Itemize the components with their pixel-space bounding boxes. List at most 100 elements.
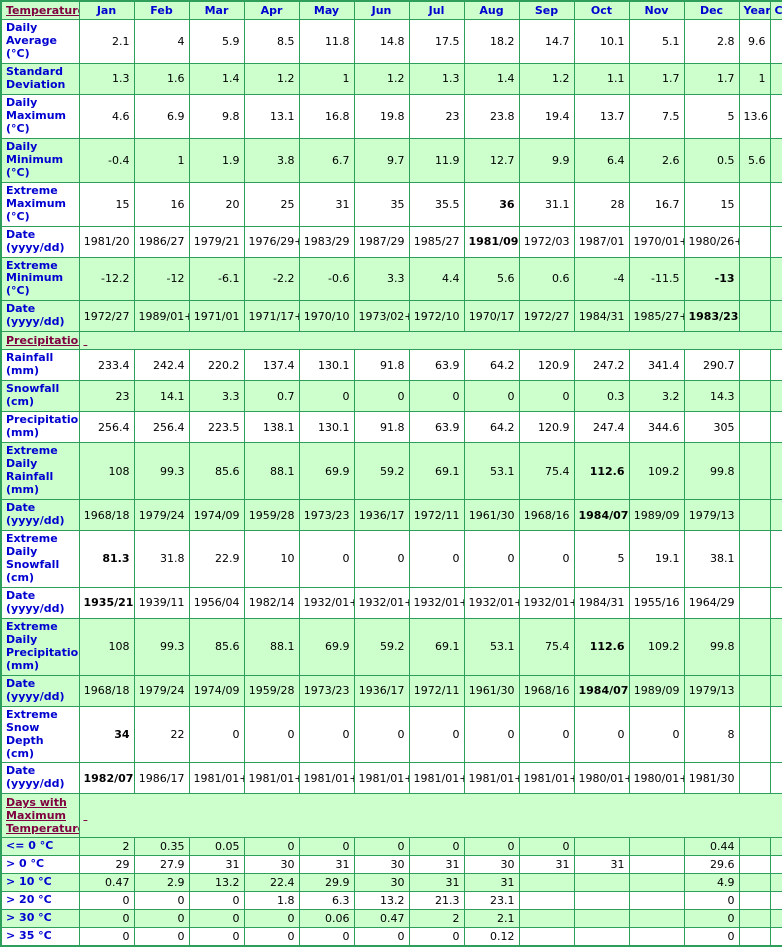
cell-35-c-nov [628,927,685,947]
cell-extreme-daily-precipitation-mm-oct: 112.6 [573,617,630,676]
cell-daily-average-c-mar: 5.9 [188,19,245,64]
table-row: Date (yyyy/dd) 1935/21 1939/11 1956/04 1982/… [0,586,782,619]
cell-date-yyyy-dd-feb: 1989/01+ [133,300,190,333]
cell-date-yyyy-dd-code [769,762,782,795]
cell-extreme-maximum-c-jun: 35 [353,181,410,227]
cell-extreme-maximum-c-oct: 28 [573,181,630,227]
row-label-date-yyyy-dd: Date (yyyy/dd) [0,300,80,333]
cell-rainfall-mm-jun: 91.8 [353,349,410,382]
table-row: Extreme Minimum (°C) -12.2 -12 -6.1 -2.2 -0.6… [0,256,782,302]
cell-date-yyyy-dd-aug: 1970/17 [463,300,520,333]
cell-standard-deviation-aug: 1.4 [463,62,520,95]
cell-extreme-maximum-c-year [738,181,771,227]
cell-30-c-jan: 0 [78,909,135,929]
row-label-daily-average-c: Daily Average (°C) [0,19,80,64]
cell-daily-minimum-c-dec: 0.5 [683,137,740,183]
cell-date-yyyy-dd-code [769,674,782,707]
cell-extreme-daily-rainfall-mm-code [769,442,782,501]
cell-0-c-feb: 27.9 [133,855,190,875]
cell-0-c-aug: 30 [463,855,520,875]
cell-extreme-minimum-c-mar: -6.1 [188,256,245,302]
cell-extreme-snow-depth-cm-feb: 22 [133,705,190,764]
cell-daily-minimum-c-oct: 6.4 [573,137,630,183]
table-row: Date (yyyy/dd) 1968/18 1979/24 1974/09 1959/… [0,499,782,531]
cell-daily-average-c-year: 9.6 [738,19,771,64]
cell-extreme-daily-snowfall-cm-jan: 81.3 [78,529,135,588]
cell-daily-maximum-c-jun: 19.8 [353,93,410,139]
cell-0-c-feb: 0.35 [133,837,190,857]
cell-daily-average-c-may: 11.8 [298,19,355,64]
cell-date-yyyy-dd-sep: 1968/16 [518,674,575,707]
cell-extreme-daily-precipitation-mm-mar: 85.6 [188,617,245,676]
cell-standard-deviation-apr: 1.2 [243,62,300,95]
cell-precipitation-mm-dec: 305 [683,411,740,444]
cell-precipitation-mm-jul: 63.9 [408,411,465,444]
row-label-35-c: > 35 °C [0,927,80,947]
cell-date-yyyy-dd-jan: 1968/18 [78,499,135,531]
cell-rainfall-mm-feb: 242.4 [133,349,190,382]
cell-30-c-apr: 0 [243,909,300,929]
row-label-daily-minimum-c: Daily Minimum (°C) [0,137,80,183]
table-row: > 0 °C2927.93130313031303131 29.6 D [0,855,782,875]
cell-rainfall-mm-nov: 341.4 [628,349,685,382]
cell-extreme-daily-rainfall-mm-mar: 85.6 [188,442,245,501]
column-header-apr: Apr [243,0,300,20]
cell-daily-average-c-oct: 10.1 [573,19,630,64]
column-header-jun: Jun [353,0,410,20]
cell-extreme-snow-depth-cm-nov: 0 [628,705,685,764]
cell-daily-maximum-c-nov: 7.5 [628,93,685,139]
cell-date-yyyy-dd-apr: 1982/14 [243,586,300,619]
cell-date-yyyy-dd-jan: 1935/21 [78,586,135,619]
cell-35-c-sep [518,927,575,947]
row-label-0-c: <= 0 °C [0,837,80,857]
table-row: Daily Average (°C) 2.1 4 5.9 8.5 11.8 14.8 17.5… [0,19,782,64]
cell-snowfall-cm-oct: 0.3 [573,380,630,413]
cell-date-yyyy-dd-mar: 1974/09 [188,674,245,707]
cell-date-yyyy-dd-may: 1970/10 [298,300,355,333]
cell-date-yyyy-dd-feb: 1986/27 [133,225,190,258]
section-title-precipitation: Precipitation: [0,331,80,351]
cell-10-c-jul: 31 [408,873,465,893]
cell-20-c-jan: 0 [78,891,135,911]
cell-extreme-daily-rainfall-mm-jun: 59.2 [353,442,410,501]
cell-0-c-sep: 0 [518,837,575,857]
cell-extreme-daily-precipitation-mm-dec: 99.8 [683,617,740,676]
cell-20-c-aug: 23.1 [463,891,520,911]
cell-date-yyyy-dd-code [769,586,782,619]
row-label-date-yyyy-dd: Date (yyyy/dd) [0,674,80,707]
cell-date-yyyy-dd-jun: 1981/01+ [353,762,410,795]
cell-daily-average-c-jan: 2.1 [78,19,135,64]
table-row: Date (yyyy/dd) 1968/18 1979/24 1974/09 1959/… [0,674,782,707]
row-label-precipitation-mm: Precipitation (mm) [0,411,80,444]
cell-30-c-mar: 0 [188,909,245,929]
table-row: Date (yyyy/dd) 1982/07 1986/17 1981/01+ 1981… [0,762,782,795]
cell-date-yyyy-dd-dec: 1979/13 [683,674,740,707]
cell-precipitation-mm-mar: 223.5 [188,411,245,444]
cell-20-c-year [738,891,771,911]
cell-extreme-daily-snowfall-cm-oct: 5 [573,529,630,588]
cell-20-c-nov [628,891,685,911]
cell-date-yyyy-dd-code [769,499,782,531]
column-header-nov: Nov [628,0,685,20]
table-row: Extreme Daily Precipitation (mm) 108 99.3 8… [0,617,782,676]
cell-0-c-apr: 30 [243,855,300,875]
table-row: > 30 °C00000.060.4722.1 0 D [0,909,782,929]
cell-20-c-mar: 0 [188,891,245,911]
cell-date-yyyy-dd-nov: 1980/01+ [628,762,685,795]
cell-extreme-daily-precipitation-mm-nov: 109.2 [628,617,685,676]
row-label-extreme-minimum-c: Extreme Minimum (°C) [0,256,80,302]
cell-extreme-snow-depth-cm-year [738,705,771,764]
cell-snowfall-cm-jan: 23 [78,380,135,413]
table-row: Daily Maximum (°C) 4.6 6.9 9.8 13.1 16.8 19.8 2… [0,93,782,139]
cell-date-yyyy-dd-mar: 1956/04 [188,586,245,619]
cell-extreme-daily-snowfall-cm-may: 0 [298,529,355,588]
cell-date-yyyy-dd-nov: 1970/01+ [628,225,685,258]
cell-20-c-feb: 0 [133,891,190,911]
cell-date-yyyy-dd-mar: 1974/09 [188,499,245,531]
cell-extreme-snow-depth-cm-jul: 0 [408,705,465,764]
column-header-year: Year [738,0,771,20]
cell-date-yyyy-dd-may: 1981/01+ [298,762,355,795]
cell-standard-deviation-dec: 1.7 [683,62,740,95]
cell-0-c-may: 0 [298,837,355,857]
cell-date-yyyy-dd-sep: 1972/27 [518,300,575,333]
